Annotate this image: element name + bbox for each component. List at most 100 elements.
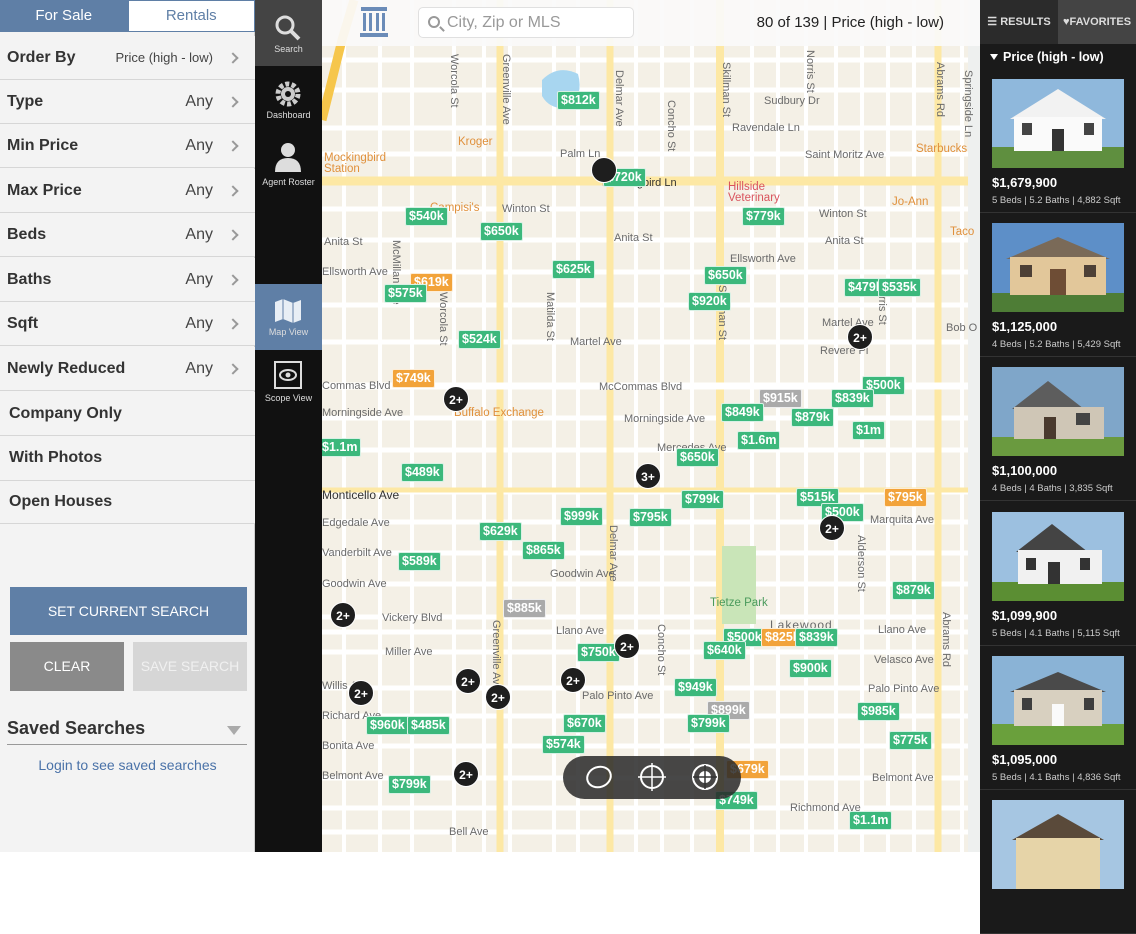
listing-pin[interactable]: $865k xyxy=(522,541,565,560)
clear-button[interactable]: CLEAR xyxy=(10,642,124,691)
listing-pin[interactable]: $985k xyxy=(857,702,900,721)
listing-cluster[interactable]: 2+ xyxy=(560,667,586,693)
listing-pin[interactable]: $799k xyxy=(681,490,724,509)
listing-pin[interactable]: $775k xyxy=(889,731,932,750)
listing-pin[interactable]: $1.6m xyxy=(737,431,781,450)
listing-pin[interactable]: $960k xyxy=(366,716,409,735)
listing-pin[interactable]: $650k xyxy=(480,222,523,241)
listing-pin[interactable]: $839k xyxy=(831,389,874,408)
listing-pin[interactable]: $489k xyxy=(401,463,444,482)
listing-cluster[interactable]: 2+ xyxy=(455,668,481,694)
nav-dashboard[interactable]: Dashboard xyxy=(255,68,322,134)
listing-cluster[interactable]: 2+ xyxy=(819,515,845,541)
saved-searches-header[interactable]: Saved Searches xyxy=(7,718,247,745)
nav-search[interactable]: Search xyxy=(255,0,322,66)
listing-pin[interactable]: $640k xyxy=(703,641,746,660)
listing-pin[interactable]: $749k xyxy=(392,369,435,388)
locate-icon[interactable] xyxy=(690,762,720,792)
nav-scope-view[interactable]: Scope View xyxy=(255,352,322,418)
nav-agent-roster[interactable]: Agent Roster xyxy=(255,136,322,202)
listing-pin[interactable]: $915k xyxy=(759,389,802,408)
poi-hillside-veterinary[interactable]: Hillside Veterinary xyxy=(728,181,788,204)
listing-pin[interactable]: $535k xyxy=(878,278,921,297)
listing-cluster[interactable]: 2+ xyxy=(443,386,469,412)
poi-taco[interactable]: Taco xyxy=(950,226,974,238)
listing-pin[interactable]: $589k xyxy=(398,552,441,571)
listing-cluster[interactable]: 2+ xyxy=(453,761,479,787)
listing-pin[interactable]: $949k xyxy=(674,678,717,697)
filter-beds[interactable]: Beds Any xyxy=(0,213,255,257)
poi-jo-ann[interactable]: Jo-Ann xyxy=(892,196,928,208)
toggle-open-houses[interactable]: Open Houses xyxy=(0,481,255,524)
toggle-with-photos[interactable]: With Photos xyxy=(0,436,255,481)
listing-cluster[interactable]: 3+ xyxy=(635,463,661,489)
map-area[interactable]: 80 of 139 | Price (high - low) Worcola S… xyxy=(322,0,980,852)
filter-order-by[interactable]: Order By Price (high - low) xyxy=(0,36,255,80)
poi-starbucks[interactable]: Starbucks xyxy=(916,143,967,155)
search-input[interactable] xyxy=(447,8,631,37)
nav-map-view[interactable]: Map View xyxy=(255,284,339,350)
set-current-search-button[interactable]: SET CURRENT SEARCH xyxy=(10,587,247,635)
listing-cluster[interactable]: 2+ xyxy=(485,684,511,710)
listing-pin[interactable]: $799k xyxy=(388,775,431,794)
listing-pin[interactable]: $799k xyxy=(687,714,730,733)
crosshair-icon[interactable] xyxy=(637,762,667,792)
listing-cluster[interactable]: 2+ xyxy=(614,633,640,659)
listing-pin[interactable]: $574k xyxy=(542,735,585,754)
listing-card[interactable]: $1,099,900 5 Beds | 4.1 Baths | 5,115 Sq… xyxy=(980,503,1136,646)
listing-pin[interactable]: $779k xyxy=(742,207,785,226)
poi-mockingbird-station[interactable]: Mockingbird Station xyxy=(324,152,394,175)
tab-favorites[interactable]: ♥FAVORITES xyxy=(1058,0,1136,44)
filter-newly-reduced[interactable]: Newly Reduced Any xyxy=(0,347,255,391)
listing-pin[interactable]: $999k xyxy=(560,507,603,526)
lasso-icon[interactable] xyxy=(584,762,614,792)
tab-results[interactable]: ☰ RESULTS xyxy=(980,0,1058,44)
listing-pin[interactable]: $920k xyxy=(688,292,731,311)
listing-pin[interactable]: $900k xyxy=(789,659,832,678)
results-sort-header[interactable]: Price (high - low) xyxy=(980,44,1136,70)
listing-pin[interactable]: $795k xyxy=(629,508,672,527)
listing-cluster[interactable] xyxy=(591,157,617,183)
listing-pin[interactable]: $629k xyxy=(479,522,522,541)
login-link[interactable]: Login to see saved searches xyxy=(0,757,255,773)
toggle-company-only[interactable]: Company Only xyxy=(0,392,255,436)
list-icon: ☰ xyxy=(987,16,1001,28)
listing-pin[interactable]: $849k xyxy=(721,403,764,422)
tab-for-sale[interactable]: For Sale xyxy=(0,0,128,32)
listing-card[interactable] xyxy=(980,791,1136,934)
filter-type[interactable]: Type Any xyxy=(0,80,255,124)
listing-pin[interactable]: $650k xyxy=(704,266,747,285)
filter-max-price[interactable]: Max Price Any xyxy=(0,169,255,213)
listing-pin[interactable]: $839k xyxy=(795,628,838,647)
listing-cluster[interactable]: 2+ xyxy=(330,602,356,628)
listing-pin[interactable]: $879k xyxy=(791,408,834,427)
listing-pin[interactable]: $650k xyxy=(676,448,719,467)
listing-pin[interactable]: $575k xyxy=(384,284,427,303)
listing-pin[interactable]: $1.1m xyxy=(849,811,893,830)
listing-card[interactable]: $1,125,000 4 Beds | 5.2 Baths | 5,429 Sq… xyxy=(980,214,1136,357)
listing-pin[interactable]: $625k xyxy=(552,260,595,279)
listing-pin[interactable]: $485k xyxy=(407,716,450,735)
listing-pin[interactable]: $879k xyxy=(892,581,935,600)
listing-pin[interactable]: $795k xyxy=(884,488,927,507)
poi-tietze-park[interactable]: Tietze Park xyxy=(710,597,768,609)
listing-card[interactable]: $1,100,000 4 Beds | 4 Baths | 3,835 Sqft xyxy=(980,358,1136,501)
listing-card[interactable]: $1,095,000 5 Beds | 4.1 Baths | 4,836 Sq… xyxy=(980,647,1136,790)
poi-buffalo-exchange[interactable]: Buffalo Exchange xyxy=(454,407,544,419)
tab-rentals[interactable]: Rentals xyxy=(127,0,255,32)
listing-pin[interactable]: $1m xyxy=(852,421,886,440)
poi-kroger[interactable]: Kroger xyxy=(458,136,493,148)
listing-pin[interactable]: $670k xyxy=(563,714,606,733)
filter-min-price[interactable]: Min Price Any xyxy=(0,124,255,168)
listing-pin[interactable]: $1.1m xyxy=(322,438,362,457)
listing-pin[interactable]: $812k xyxy=(557,91,600,110)
filter-sqft[interactable]: Sqft Any xyxy=(0,302,255,346)
listing-cluster[interactable]: 2+ xyxy=(348,680,374,706)
filter-baths[interactable]: Baths Any xyxy=(0,258,255,302)
listing-card[interactable]: $1,679,900 5 Beds | 5.2 Baths | 4,882 Sq… xyxy=(980,70,1136,213)
listing-pin[interactable]: $524k xyxy=(458,330,501,349)
save-search-button[interactable]: SAVE SEARCH xyxy=(133,642,247,691)
listing-pin[interactable]: $885k xyxy=(503,599,546,618)
listing-pin[interactable]: $540k xyxy=(405,207,448,226)
listing-cluster[interactable]: 2+ xyxy=(847,324,873,350)
